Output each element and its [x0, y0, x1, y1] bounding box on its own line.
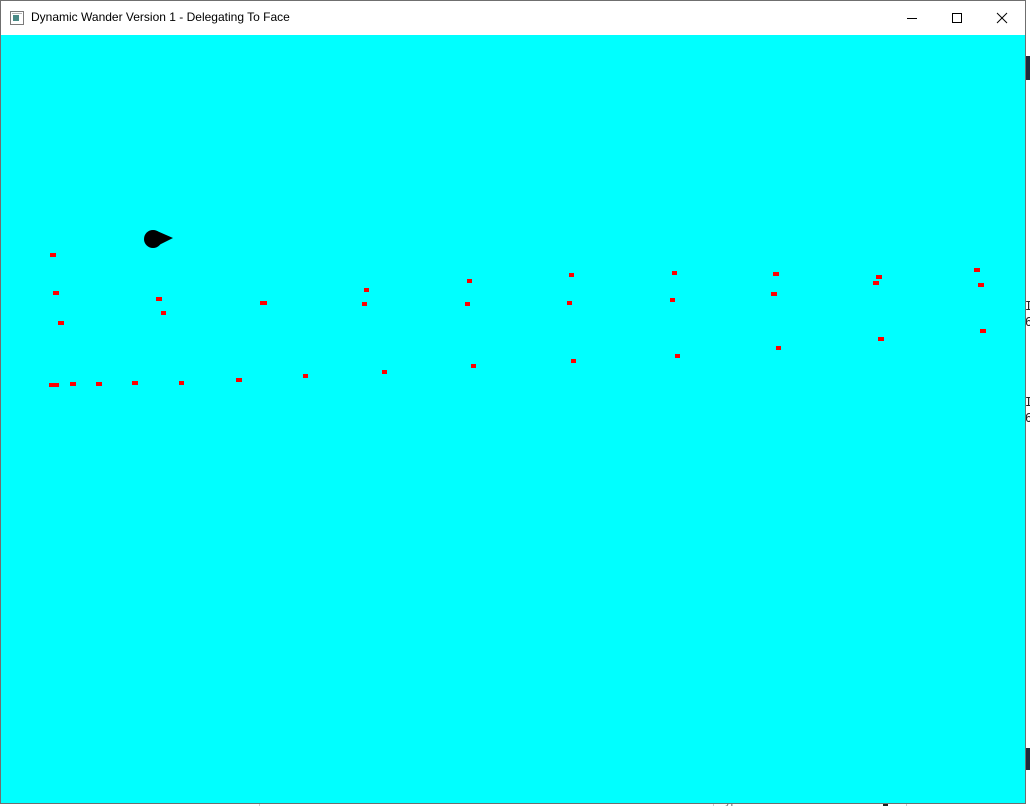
trail-mark: [569, 273, 574, 277]
trail-mark: [672, 271, 677, 275]
trail-mark: [876, 275, 882, 279]
close-button[interactable]: [979, 1, 1025, 35]
trail-mark: [670, 298, 675, 302]
trail-mark: [70, 382, 76, 386]
trail-mark: [303, 374, 308, 378]
trail-mark: [776, 346, 781, 350]
trail-mark: [675, 354, 680, 358]
trail-mark: [49, 383, 59, 387]
trail-mark: [179, 381, 184, 385]
background-toolbar-strip-bottom: [1026, 748, 1030, 770]
trail-mark: [771, 292, 777, 296]
app-window: Dynamic Wander Version 1 - Delegating To…: [0, 0, 1026, 804]
trail-mark: [260, 301, 267, 305]
minimize-button[interactable]: [889, 1, 935, 35]
trail-mark: [467, 279, 472, 283]
trail-mark: [465, 302, 470, 306]
trail-mark: [773, 272, 779, 276]
trail-mark: [53, 291, 59, 295]
trail-mark: [236, 378, 242, 382]
maximize-button[interactable]: [934, 1, 980, 35]
trail-mark: [873, 281, 879, 285]
trail-mark: [50, 253, 56, 257]
trail-mark: [96, 382, 102, 386]
trail-mark: [161, 311, 166, 315]
simulation-canvas[interactable]: [1, 35, 1025, 803]
app-icon[interactable]: [10, 11, 24, 25]
window-title: Dynamic Wander Version 1 - Delegating To…: [31, 10, 290, 24]
trail-mark: [132, 381, 138, 385]
trail-mark: [878, 337, 884, 341]
title-bar[interactable]: Dynamic Wander Version 1 - Delegating To…: [1, 1, 1025, 35]
background-toolbar-strip: [1026, 56, 1030, 80]
trail-mark: [58, 321, 64, 325]
trail-mark: [980, 329, 986, 333]
trail-mark: [364, 288, 369, 292]
trail-mark: [974, 268, 980, 272]
close-icon: [996, 12, 1008, 24]
trail-mark: [471, 364, 476, 368]
trail-mark: [362, 302, 367, 306]
trail-mark: [382, 370, 387, 374]
trail-mark: [156, 297, 162, 301]
trail-mark: [978, 283, 984, 287]
trail-mark: [571, 359, 576, 363]
trail-mark: [567, 301, 572, 305]
maximize-icon: [952, 13, 962, 23]
wandering-agent: [144, 230, 173, 248]
minimize-icon: [907, 18, 917, 19]
